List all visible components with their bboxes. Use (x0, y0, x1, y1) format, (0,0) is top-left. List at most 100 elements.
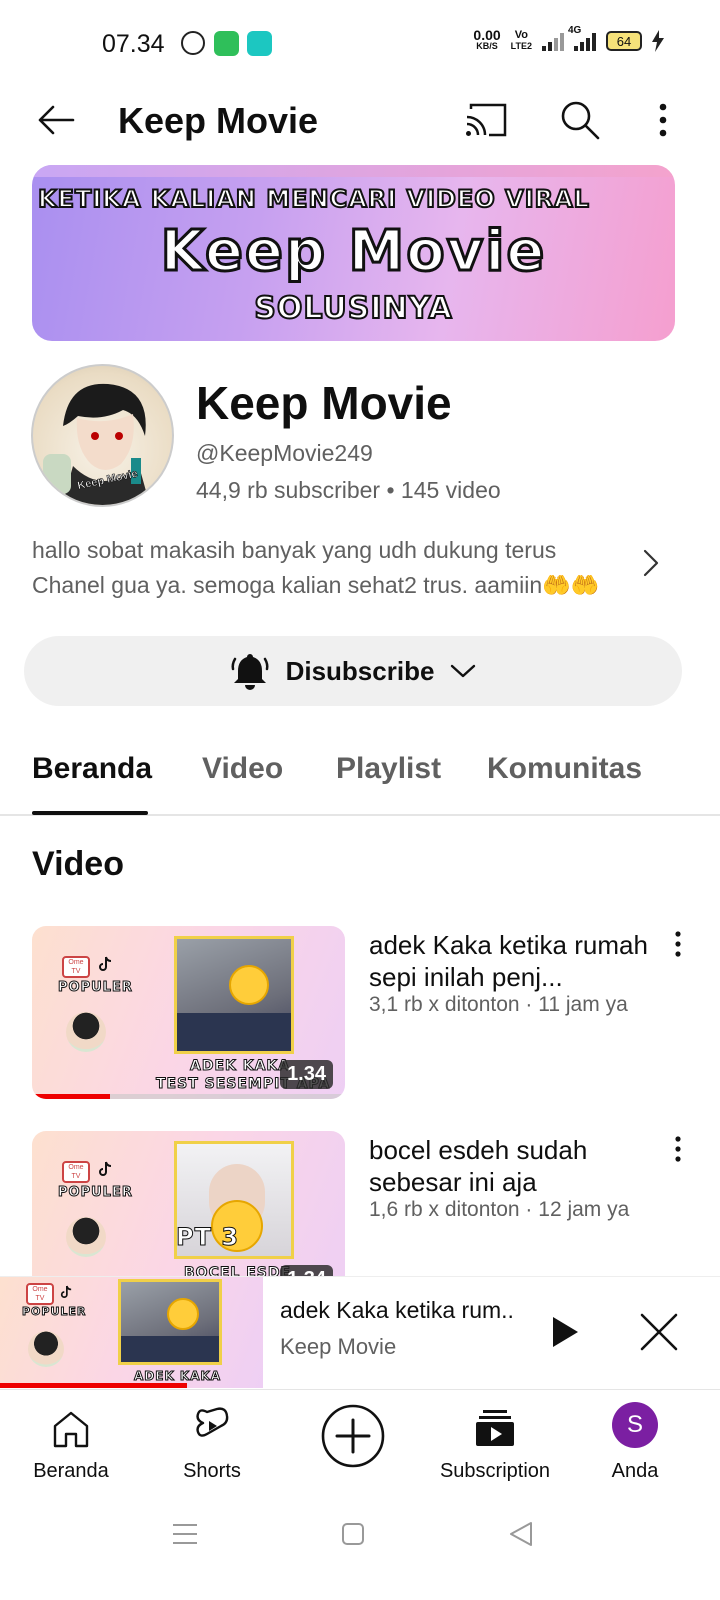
net-speed-value: 0.00 (473, 27, 501, 43)
net-speed: 0.00 KB/S (473, 27, 501, 52)
chat-app-icon (247, 31, 272, 56)
page-title: Keep Movie (118, 100, 319, 141)
whatsapp-icon (181, 31, 205, 55)
chevron-down-icon (451, 664, 476, 678)
video-duration: 1.34 (280, 1060, 333, 1089)
battery-icon: 64 (606, 31, 642, 51)
thumb-caption-1: PT 3 (175, 1223, 240, 1252)
channel-tabs: Beranda Video Playlist Komunitas (0, 736, 720, 816)
more-options-button[interactable] (646, 96, 680, 144)
recent-apps-button[interactable] (160, 1509, 210, 1559)
tv-logo-icon: Ome TV (62, 1161, 90, 1183)
banner-line-3: SOLUSINYA (253, 290, 453, 327)
video-thumbnail[interactable]: Ome TV POPULER ADEK KAKA TEST SESEMPIT AP… (32, 926, 345, 1099)
volte-indicator: Vo LTE2 (511, 30, 532, 52)
arrow-left-icon (38, 105, 75, 135)
banner-line-1: KETIKA KALIAN MENCARI VIDEO VIRAL (37, 184, 590, 214)
mini-player-progress (0, 1383, 188, 1388)
tab-video[interactable]: Video (202, 752, 283, 786)
charging-icon (652, 30, 664, 52)
nav-create[interactable] (318, 1390, 388, 1490)
play-icon (553, 1317, 578, 1347)
bottom-navigation: Beranda Shorts Subscription S Anda (0, 1389, 720, 1489)
nav-subscriptions-label: Subscription (439, 1460, 551, 1482)
close-button[interactable] (634, 1307, 684, 1357)
video-meta: 1,6 rb x ditonton · 12 jam ya (369, 1198, 630, 1221)
tv-logo-icon: Ome TV (62, 956, 90, 978)
tiktok-icon (60, 1285, 72, 1298)
status-bar: 07.34 0.00 KB/S Vo LTE2 4G 64 (0, 0, 720, 88)
mini-player[interactable]: Ome TV POPULER ADEK KAKA adek Kaka ketika… (0, 1277, 720, 1389)
thumb-photo (174, 936, 294, 1054)
video-more-button[interactable] (664, 930, 692, 958)
square-icon (342, 1523, 364, 1545)
video-meta: 3,1 rb x ditonton · 11 jam ya (369, 993, 628, 1016)
mini-player-thumbnail[interactable]: Ome TV POPULER ADEK KAKA (0, 1277, 263, 1388)
channel-name: Keep Movie (196, 377, 452, 429)
description-expand-button[interactable] (636, 546, 666, 580)
back-button[interactable] (34, 98, 78, 142)
more-vert-icon (675, 1136, 681, 1162)
chibi-avatar-icon (66, 1217, 106, 1257)
home-icon (53, 1411, 89, 1448)
play-button[interactable] (540, 1307, 590, 1357)
cast-icon (466, 103, 507, 137)
thumb-caption-1: ADEK KAKA (189, 1058, 291, 1075)
volte-top: Vo (514, 29, 528, 41)
nav-you[interactable]: S Anda (604, 1390, 666, 1490)
channel-description[interactable]: hallo sobat makasih banyak yang udh duku… (32, 533, 622, 603)
app-bar: Keep Movie (0, 88, 720, 152)
system-navigation-bar (0, 1489, 720, 1600)
banner-strip (32, 165, 675, 177)
bell-icon (231, 654, 269, 690)
channel-avatar[interactable]: Keep Movie (31, 364, 174, 507)
signal-4g-icon: 4G (568, 25, 596, 51)
nav-home-label: Beranda (33, 1460, 109, 1482)
nav-shorts[interactable]: Shorts (172, 1390, 252, 1490)
channel-banner: KETIKA KALIAN MENCARI VIDEO VIRAL Keep M… (32, 165, 675, 341)
mini-player-title[interactable]: adek Kaka ketika rum.. (280, 1297, 520, 1324)
search-button[interactable] (556, 96, 604, 144)
more-vert-icon (659, 103, 667, 137)
menu-lines-icon (173, 1524, 197, 1544)
status-indicators: 0.00 KB/S Vo LTE2 4G 64 (473, 25, 664, 52)
signal-icon (542, 31, 564, 51)
video-more-button[interactable] (664, 1135, 692, 1163)
subscribe-label: Disubscribe (285, 655, 435, 686)
video-title[interactable]: adek Kaka ketika rumah sepi inilah penj.… (369, 929, 659, 993)
video-title-text: adek Kaka ketika rumah sepi inilah penj.… (369, 930, 648, 992)
user-avatar: S (612, 1402, 658, 1448)
watch-progress-fill (32, 1094, 111, 1099)
tab-beranda[interactable]: Beranda (32, 752, 152, 786)
triangle-back-icon (510, 1522, 532, 1546)
watch-progress (32, 1094, 345, 1099)
tiktok-icon (99, 956, 112, 971)
tab-playlist[interactable]: Playlist (336, 752, 441, 786)
nav-home[interactable]: Beranda (30, 1390, 112, 1490)
tiktok-icon (99, 1161, 112, 1176)
thumb-brand-label: POPULER (58, 1185, 133, 1201)
section-title: Video (32, 845, 124, 883)
network-type: 4G (568, 25, 582, 36)
video-title-text: bocel esdeh sudah sebesar ini aja (369, 1135, 588, 1197)
status-time: 07.34 (102, 30, 165, 58)
chevron-right-icon (643, 549, 659, 577)
cast-button[interactable] (462, 98, 510, 142)
subscribe-button[interactable]: Disubscribe (24, 636, 682, 706)
nav-you-label: Anda (611, 1460, 659, 1482)
nav-subscriptions[interactable]: Subscription (436, 1390, 554, 1490)
tab-komunitas[interactable]: Komunitas (487, 752, 642, 786)
thumb-brand-label: POPULER (58, 980, 133, 996)
home-system-button[interactable] (328, 1509, 378, 1559)
banner-line-2: Keep Movie (159, 218, 547, 286)
nav-shorts-label: Shorts (183, 1460, 241, 1482)
back-system-button[interactable] (496, 1509, 546, 1559)
thumb-photo (118, 1279, 222, 1365)
video-title[interactable]: bocel esdeh sudah sebesar ini aja (369, 1134, 659, 1198)
chibi-avatar-icon (28, 1331, 64, 1367)
net-speed-unit: KB/S (476, 41, 498, 51)
active-tab-indicator (32, 811, 148, 815)
video-item[interactable]: Ome TV POPULER ADEK KAKA TEST SESEMPIT AP… (0, 926, 720, 1101)
messages-icon (214, 31, 239, 56)
emoji-tongue-icon (229, 965, 269, 1005)
